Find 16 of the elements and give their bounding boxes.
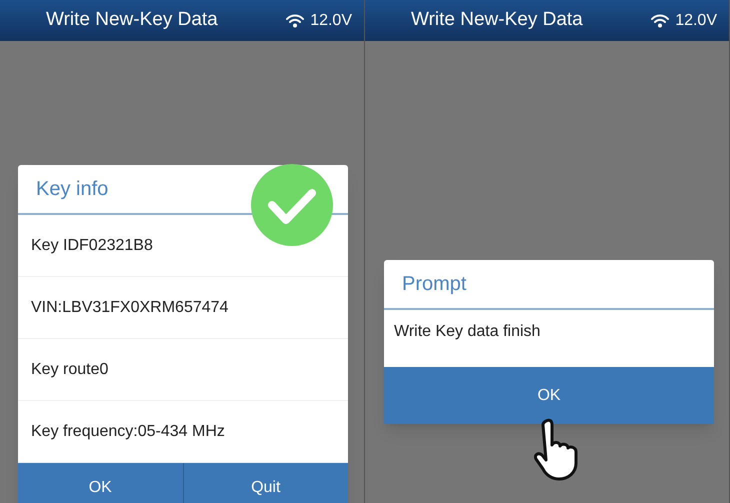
wifi-icon xyxy=(286,14,304,28)
dialog-button[interactable]: OK xyxy=(384,367,714,424)
info-row-text: Key route0 xyxy=(31,360,108,380)
voltage-reading: 12.0V xyxy=(310,10,352,30)
header-title: Write New-Key Data xyxy=(411,8,583,32)
dialog-button[interactable]: OK xyxy=(18,463,182,503)
dialog-title: Key info xyxy=(36,177,108,202)
wifi-icon xyxy=(651,14,670,28)
header-title: Write New-Key Data xyxy=(46,8,218,32)
voltage-reading: 12.0V xyxy=(675,10,717,30)
info-row-text: Key IDF02321B8 xyxy=(31,236,153,256)
dialog-title: Prompt xyxy=(402,272,466,297)
info-row-text: Key frequency:05-434 MHz xyxy=(31,422,225,442)
dialog-message: Write Key data finish xyxy=(394,322,540,342)
info-row-text: VIN:LBV31FX0XRM657474 xyxy=(31,298,228,318)
dialog-button[interactable]: Quit xyxy=(182,463,348,503)
